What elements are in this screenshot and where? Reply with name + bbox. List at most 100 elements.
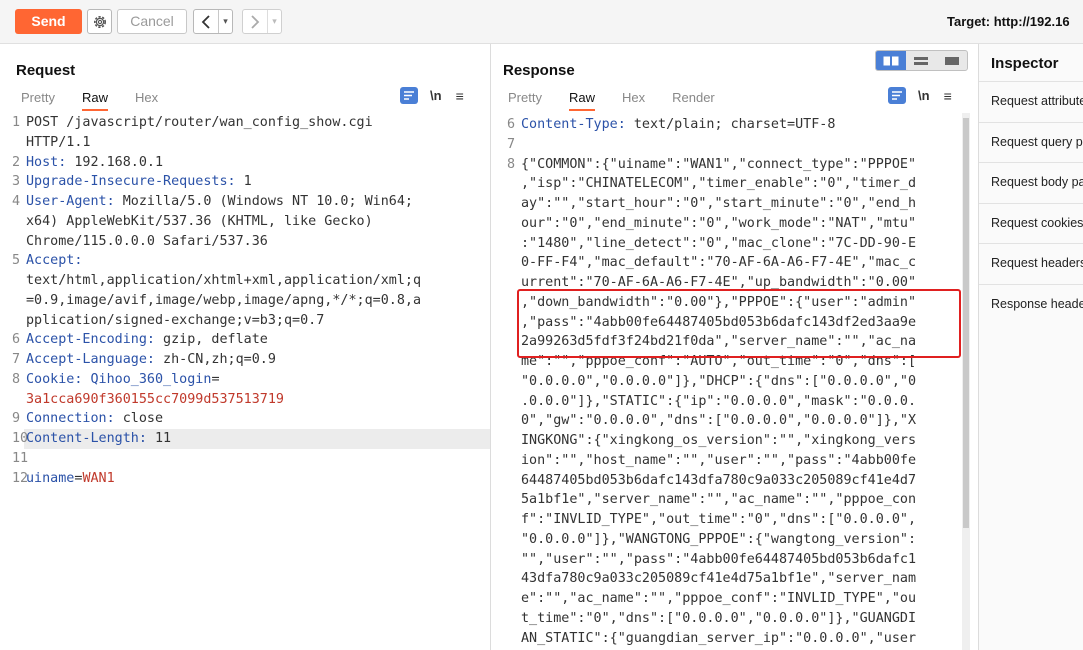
line-number: 7 <box>507 136 516 152</box>
code-line: 0-FF-F4","mac_default":"70-AF-6A-A6-F7-4… <box>521 253 916 273</box>
forward-history-dropdown[interactable]: ▾ <box>267 10 281 33</box>
code-text: text/plain; charset=UTF-8 <box>625 117 836 132</box>
response-title: Response <box>503 62 575 79</box>
code-text: ay":"","start_hour":"0","start_minute":"… <box>521 196 917 211</box>
code-line: HTTP/1.1 <box>26 133 91 153</box>
code-text: 192.168.0.1 <box>66 154 164 170</box>
code-text: our":"0","end_minute":"0","work_mode":"N… <box>521 215 917 231</box>
code-line: 5a1bf1e","server_name":"","ac_name":"","… <box>521 490 916 510</box>
layout-split-icon <box>883 56 899 65</box>
code-line: POST /javascript/router/wan_config_show.… <box>26 113 373 133</box>
code-line: our":"0","end_minute":"0","work_mode":"N… <box>521 214 916 234</box>
request-tab-raw[interactable]: Raw <box>81 90 108 111</box>
code-text: 1 <box>235 174 252 190</box>
code-text: 5a1bf1e","server_name":"","ac_name":"","… <box>521 492 917 508</box>
inspector-item[interactable]: Request query parameters <box>979 121 1083 162</box>
format-icon[interactable] <box>400 87 418 104</box>
response-tab-pretty[interactable]: Pretty <box>508 90 542 111</box>
code-text: 11 <box>146 431 172 446</box>
code-line: Host: 192.168.0.1 <box>26 153 163 173</box>
code-line: e":"","ac_name":"","pppoe_conf":"INVLID_… <box>521 589 916 609</box>
header-name: Qihoo_360_login <box>90 371 212 387</box>
settings-button[interactable] <box>87 9 112 34</box>
back-button[interactable] <box>194 10 218 33</box>
caret-down-icon: ▾ <box>272 16 277 26</box>
code-text: 64487405bd053b6dafc143dfa780c9a033c20508… <box>521 472 917 488</box>
request-tabs: Pretty Raw Hex <box>21 90 185 111</box>
send-button[interactable]: Send <box>15 9 82 34</box>
header-name: Cookie: <box>26 371 83 387</box>
inspector-item[interactable]: Response headers <box>979 283 1083 324</box>
request-tab-pretty[interactable]: Pretty <box>21 90 55 111</box>
code-line: Accept-Encoding: gzip, deflate <box>26 330 268 350</box>
code-line: Cookie: Qihoo_360_login= <box>26 370 220 390</box>
response-editor[interactable]: 6 Content-Type: text/plain; charset=UTF-8… <box>505 115 960 650</box>
menu-icon[interactable]: ≡ <box>456 88 464 104</box>
inspector-item[interactable]: Request headers <box>979 243 1083 283</box>
layout-single-button[interactable] <box>937 51 967 70</box>
header-name: Connection: <box>26 411 115 427</box>
code-line: :"1480","line_detect":"0","mac_clone":"7… <box>521 234 916 254</box>
code-text: f":"INVLID_TYPE","out_time":"0","dns":["… <box>521 512 917 527</box>
code-line: "","user":"","pass":"4abb00fe64487405bd0… <box>521 550 916 570</box>
code-text: = <box>211 371 220 387</box>
code-text: gzip, deflate <box>155 332 268 348</box>
code-line: Chrome/115.0.0.0 Safari/537.36 <box>26 232 268 252</box>
inspector-title: Inspector <box>991 55 1059 72</box>
target-label[interactable]: Target: http://192.16 <box>947 14 1070 29</box>
cancel-button[interactable]: Cancel <box>117 9 187 34</box>
request-tab-hex[interactable]: Hex <box>135 90 158 111</box>
menu-icon[interactable]: ≡ <box>944 88 952 104</box>
code-line: Connection: close <box>26 409 163 429</box>
response-tab-render[interactable]: Render <box>672 90 715 111</box>
layout-horizontal-button[interactable] <box>906 51 936 70</box>
newline-toggle[interactable]: \n <box>430 88 442 103</box>
back-history-dropdown[interactable]: ▾ <box>218 10 232 33</box>
header-name: User-Agent: <box>26 194 115 209</box>
code-line: t_time":"0","dns":["0.0.0.0","0.0.0.0"]}… <box>521 609 916 629</box>
code-text: HTTP/1.1 <box>26 134 91 150</box>
code-text: {"COMMON":{"uiname":"WAN1","connect_type… <box>521 156 917 172</box>
request-title: Request <box>16 62 76 79</box>
code-text: .0.0.0"]},"STATIC":{"ip":"0.0.0.0","mask… <box>521 393 917 409</box>
code-text: t_time":"0","dns":["0.0.0.0","0.0.0.0"]}… <box>521 610 917 626</box>
inspector-item[interactable]: Request attributes <box>979 81 1083 121</box>
code-line: f":"INVLID_TYPE","out_time":"0","dns":["… <box>521 510 916 530</box>
value-text: WAN1 <box>82 470 115 486</box>
panel-divider[interactable] <box>490 44 491 650</box>
code-line: ay":"","start_hour":"0","start_minute":"… <box>521 194 916 214</box>
inspector-item[interactable]: Request cookies <box>979 202 1083 243</box>
response-tab-hex[interactable]: Hex <box>622 90 645 111</box>
back-button-group: ▾ <box>193 9 233 34</box>
request-editor[interactable]: 1 POST /javascript/router/wan_config_show… <box>10 113 490 650</box>
header-name: Accept-Encoding: <box>26 332 155 348</box>
response-scrollbar-thumb[interactable] <box>963 118 969 528</box>
forward-button[interactable] <box>243 10 267 33</box>
code-line: 43dfa780c9a033c205089cf41e4d75a1bf1e","s… <box>521 569 916 589</box>
code-line: Content-Length: 11 <box>26 429 171 449</box>
code-text: x64) AppleWebKit/537.36 (KHTML, like Gec… <box>26 213 373 229</box>
format-icon[interactable] <box>888 87 906 104</box>
header-name: Host: <box>26 154 67 170</box>
code-line: 0","gw":"0.0.0.0","dns":["0.0.0.0","0.0.… <box>521 411 916 431</box>
code-line: uiname=WAN1 <box>26 469 115 489</box>
code-text: 43dfa780c9a033c205089cf41e4d75a1bf1e","s… <box>521 571 917 587</box>
code-text: INGKONG":{"xingkong_os_version":"","xing… <box>521 433 917 448</box>
inspector-item[interactable]: Request body parameters <box>979 162 1083 202</box>
code-line: "0.0.0.0","0.0.0.0"]},"DHCP":{"dns":["0.… <box>521 372 916 392</box>
layout-split-button[interactable] <box>876 51 907 70</box>
request-editor-actions: \n ≡ <box>400 87 464 104</box>
caret-down-icon: ▾ <box>223 16 228 26</box>
header-name: Content-Length: <box>26 431 147 446</box>
code-line: text/html,application/xhtml+xml,applicat… <box>26 271 421 291</box>
code-text: :"1480","line_detect":"0","mac_clone":"7… <box>521 235 917 251</box>
response-tab-raw[interactable]: Raw <box>568 90 595 111</box>
newline-toggle[interactable]: \n <box>918 88 930 103</box>
response-editor-actions: \n ≡ <box>888 87 952 104</box>
code-line: INGKONG":{"xingkong_os_version":"","xing… <box>521 431 916 451</box>
code-text: AN_STATIC":{"guangdian_server_ip":"0.0.0… <box>521 630 917 646</box>
code-text: Mozilla/5.0 (Windows NT 10.0; Win64; <box>114 194 413 209</box>
code-text: zh-CN,zh;q=0.9 <box>155 352 276 367</box>
code-line: 64487405bd053b6dafc143dfa780c9a033c20508… <box>521 471 916 491</box>
